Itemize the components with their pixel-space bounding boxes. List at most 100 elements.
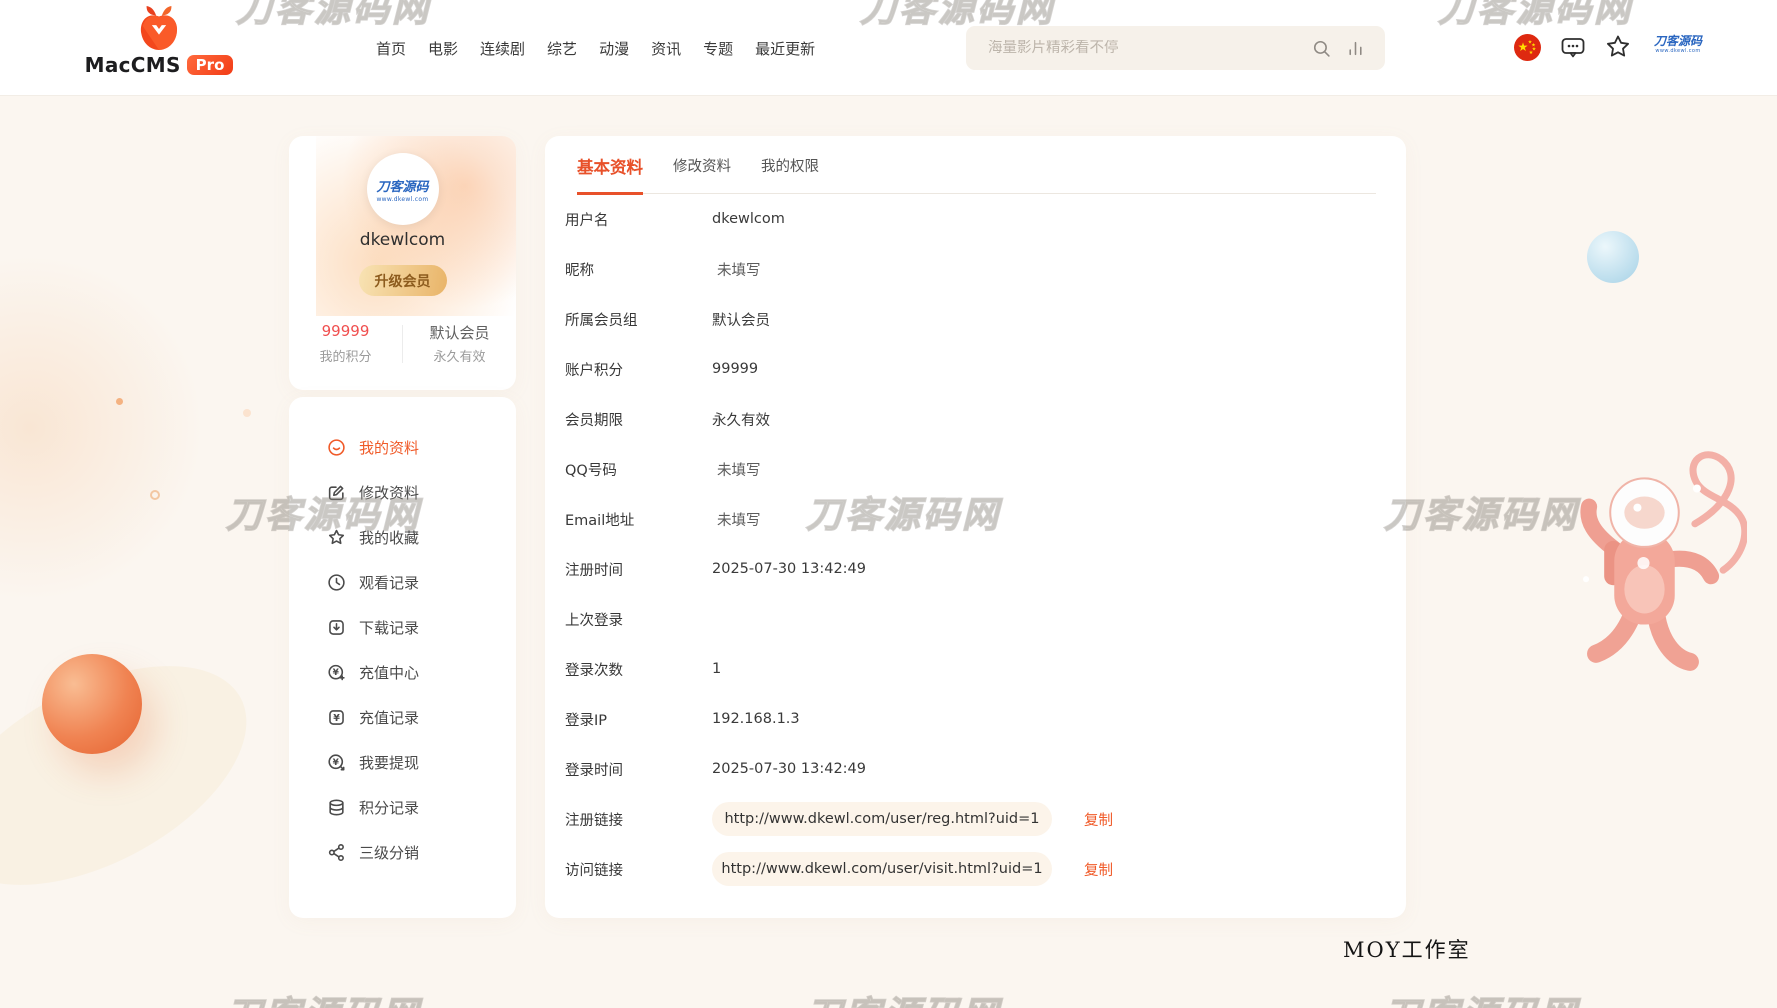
member-validity-label: 永久有效	[403, 346, 516, 365]
profile-stats: 99999 我的积分 默认会员 永久有效	[289, 322, 516, 365]
nav-item-topics[interactable]: 专题	[703, 38, 733, 59]
field-value: 永久有效	[712, 409, 770, 430]
watermark: 刀客源码网	[806, 986, 1001, 1008]
sidebar-item-label: 充值记录	[359, 707, 419, 728]
row-login-count: 登录次数 1	[565, 644, 1376, 694]
field-value: 99999	[712, 361, 758, 377]
field-label: 注册时间	[565, 559, 712, 580]
field-label: 访问链接	[565, 859, 712, 880]
sidebar-item-label: 三级分销	[359, 842, 419, 863]
svg-text:¥: ¥	[333, 713, 340, 724]
row-member-group: 所属会员组 默认会员	[565, 294, 1376, 344]
username: dkewlcom	[289, 230, 516, 250]
sidebar-item-withdraw[interactable]: ¥ 我要提现	[289, 740, 516, 785]
page: 刀客源码网 刀客源码网 刀客源码网 刀客源码网 刀客源码网 刀客源码网 刀客源码…	[0, 0, 1777, 1008]
row-visit-link: 访问链接 复制	[565, 844, 1376, 894]
field-value: 1	[712, 661, 721, 677]
field-label: 会员期限	[565, 409, 712, 430]
avatar[interactable]: 刀客源码 www.dkewl.com	[367, 153, 439, 225]
sidebar-item-edit-profile[interactable]: 修改资料	[289, 470, 516, 515]
sidebar-item-label: 修改资料	[359, 482, 419, 503]
points-label: 我的积分	[289, 346, 402, 365]
field-value: 未填写	[712, 259, 761, 280]
nav-item-movies[interactable]: 电影	[428, 38, 458, 59]
sidebar-menu: 我的资料 修改资料 我的收藏 观看记录	[289, 397, 516, 918]
sidebar-item-watch-history[interactable]: 观看记录	[289, 560, 516, 605]
field-label: 用户名	[565, 209, 712, 230]
nav-item-variety[interactable]: 综艺	[547, 38, 577, 59]
search-input[interactable]	[966, 40, 1312, 56]
visit-link-input[interactable]	[712, 852, 1052, 886]
sidebar-item-download-history[interactable]: 下载记录	[289, 605, 516, 650]
field-value: 2025-07-30 13:42:49	[712, 561, 866, 577]
watermark: 刀客源码网	[1384, 486, 1579, 538]
message-icon[interactable]	[1560, 36, 1586, 60]
field-label: 账户积分	[565, 359, 712, 380]
field-value: 2025-07-30 13:42:49	[712, 761, 866, 777]
row-qq: QQ号码 未填写	[565, 444, 1376, 494]
sidebar-item-my-profile[interactable]: 我的资料	[289, 425, 516, 470]
download-icon	[327, 618, 346, 637]
apple-logo-icon	[138, 5, 180, 51]
search-icon[interactable]	[1312, 39, 1331, 58]
sidebar-item-label: 充值中心	[359, 662, 419, 683]
field-label: 上次登录	[565, 609, 712, 630]
sidebar-item-label: 下载记录	[359, 617, 419, 638]
decor-dot	[243, 409, 251, 417]
share-icon	[327, 843, 346, 862]
svg-text:¥: ¥	[333, 758, 340, 768]
dkewl-logo[interactable]: 刀客源码 www.dkewl.com	[1648, 35, 1708, 54]
recharge-icon: ¥	[327, 663, 346, 682]
points-database-icon	[327, 798, 346, 817]
nav-item-news[interactable]: 资讯	[651, 38, 681, 59]
profile-panel: 基本资料 修改资料 我的权限 用户名 dkewlcom 昵称 未填写 所属会员组…	[545, 136, 1406, 918]
field-value: 192.168.1.3	[712, 711, 800, 727]
decor-blue-ball	[1587, 231, 1639, 283]
row-member-term: 会员期限 永久有效	[565, 394, 1376, 444]
svg-text:★: ★	[1529, 50, 1534, 56]
clock-icon	[327, 573, 346, 592]
copy-register-link-button[interactable]: 复制	[1084, 809, 1113, 830]
sidebar-item-distribution[interactable]: 三级分销	[289, 830, 516, 875]
tab-permissions[interactable]: 我的权限	[761, 155, 819, 193]
brand-name: MacCMS	[85, 53, 181, 77]
sidebar-item-recharge-center[interactable]: ¥ 充值中心	[289, 650, 516, 695]
nav-item-series[interactable]: 连续剧	[480, 38, 525, 59]
favorite-star-icon[interactable]	[1604, 33, 1632, 61]
nav-item-recent-updates[interactable]: 最近更新	[755, 38, 815, 59]
sidebar-item-favorites[interactable]: 我的收藏	[289, 515, 516, 560]
sidebar-item-points-records[interactable]: 积分记录	[289, 785, 516, 830]
sidebar-item-recharge-records[interactable]: ¥ 充值记录	[289, 695, 516, 740]
site-logo[interactable]: MacCMS Pro	[96, 5, 222, 77]
tab-basic-info[interactable]: 基本资料	[577, 154, 643, 195]
row-login-ip: 登录IP 192.168.1.3	[565, 694, 1376, 744]
sidebar-item-label: 观看记录	[359, 572, 419, 593]
dkewl-logo-url: www.dkewl.com	[1648, 48, 1708, 54]
field-value: 默认会员	[712, 309, 770, 330]
studio-credit: MOY工作室	[1343, 934, 1471, 964]
row-email: Email地址 未填写	[565, 494, 1376, 544]
sidebar-item-label: 积分记录	[359, 797, 419, 818]
nav-item-anime[interactable]: 动漫	[599, 38, 629, 59]
profile-smiley-icon	[327, 438, 346, 457]
member-group-stat: 默认会员 永久有效	[403, 322, 516, 365]
search-bar	[966, 26, 1385, 70]
row-nickname: 昵称 未填写	[565, 244, 1376, 294]
header: MacCMS Pro 首页 电影 连续剧 综艺 动漫 资讯 专题 最近更新	[0, 0, 1777, 96]
decor-dot	[116, 398, 123, 405]
upgrade-member-button[interactable]: 升级会员	[359, 265, 447, 296]
main-nav: 首页 电影 连续剧 综艺 动漫 资讯 专题 最近更新	[376, 0, 815, 96]
language-flag-icon[interactable]: ★ ★ ★ ★ ★	[1514, 34, 1541, 61]
decor-ring	[150, 490, 160, 500]
tab-edit-info[interactable]: 修改资料	[673, 155, 731, 193]
ranking-icon[interactable]	[1346, 39, 1365, 58]
field-label: 登录次数	[565, 659, 712, 680]
row-login-time: 登录时间 2025-07-30 13:42:49	[565, 744, 1376, 794]
field-value: dkewlcom	[712, 211, 785, 227]
profile-card: 刀客源码 www.dkewl.com dkewlcom 升级会员 99999 我…	[289, 136, 516, 390]
register-link-input[interactable]	[712, 802, 1052, 836]
avatar-logo-url: www.dkewl.com	[376, 196, 428, 203]
nav-item-home[interactable]: 首页	[376, 38, 406, 59]
copy-visit-link-button[interactable]: 复制	[1084, 859, 1113, 880]
field-label: 注册链接	[565, 809, 712, 830]
